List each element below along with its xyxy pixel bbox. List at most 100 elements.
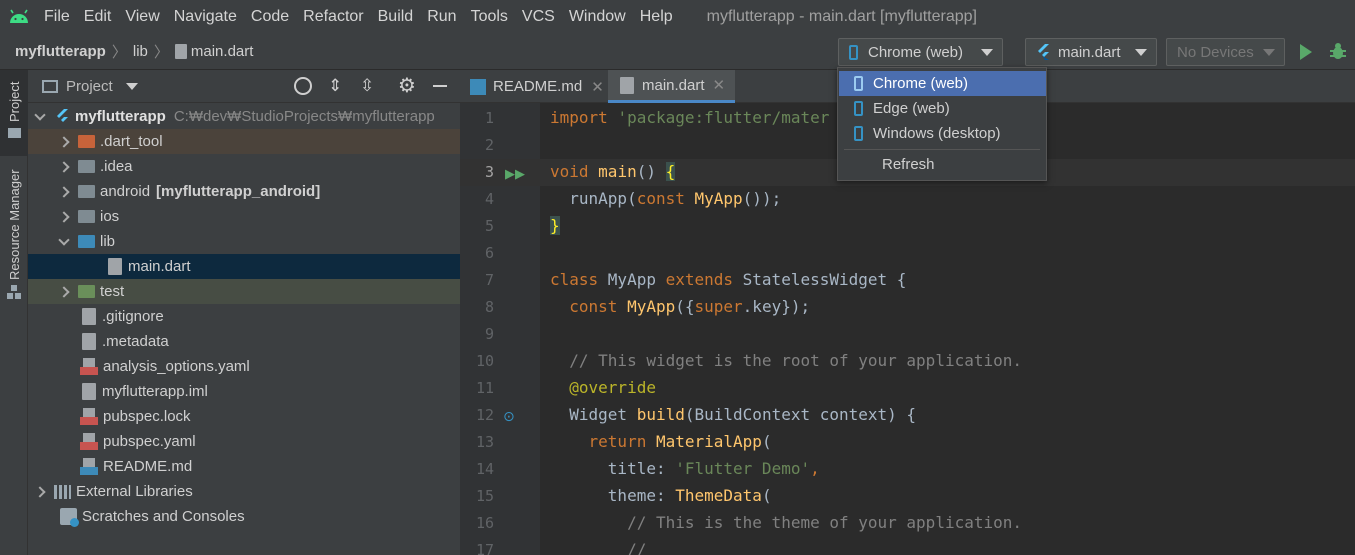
menu-refactor[interactable]: Refactor [303, 8, 363, 26]
menu-tools[interactable]: Tools [471, 8, 508, 26]
tree-item-root[interactable]: myflutterapp C:₩dev₩StudioProjects₩myflu… [28, 104, 460, 129]
line-number: 15 [475, 487, 494, 505]
folder-icon [8, 128, 21, 138]
refresh-devices-option[interactable]: Refresh [839, 152, 1046, 177]
menu-edit[interactable]: Edit [84, 8, 112, 26]
tree-item-pubspec-yaml[interactable]: pubspec.yaml [28, 429, 460, 454]
folder-icon [78, 135, 95, 148]
tree-item-label: analysis_options.yaml [103, 358, 250, 375]
device-option-label: Edge (web) [873, 100, 950, 117]
tree-item-idea[interactable]: .idea [28, 154, 460, 179]
locate-file-icon[interactable] [294, 77, 312, 95]
override-gutter-icon[interactable]: ⊙ [503, 408, 515, 425]
tree-item-test[interactable]: test [28, 279, 460, 304]
breadcrumb: myflutterapp 〉 lib 〉 main.dart [15, 41, 253, 62]
tree-item-metadata[interactable]: .metadata [28, 329, 460, 354]
expand-all-icon[interactable]: ⇕ [328, 76, 342, 96]
menu-code[interactable]: Code [251, 8, 289, 26]
tree-item-gitignore[interactable]: .gitignore [28, 304, 460, 329]
chevron-right-icon[interactable] [34, 485, 46, 498]
line-number: 12 [475, 406, 494, 424]
chevron-right-icon[interactable] [58, 135, 70, 148]
chevron-right-icon[interactable] [58, 210, 70, 223]
gear-icon[interactable]: ⚙ [398, 73, 416, 98]
breadcrumb-project[interactable]: myflutterapp [15, 43, 106, 60]
code-line: 9 [460, 321, 1355, 348]
code-text: const MyApp({super.key}); [569, 297, 811, 316]
chevron-down-icon[interactable] [34, 108, 46, 121]
tree-item-scratches[interactable]: Scratches and Consoles [28, 504, 460, 529]
chevron-down-icon[interactable] [125, 82, 138, 90]
code-line: 12 ⊙ Widget build(BuildContext context) … [460, 402, 1355, 429]
dart-file-icon [620, 76, 634, 94]
tree-item-main-dart[interactable]: main.dart [28, 254, 460, 279]
breadcrumb-separator-icon: 〉 [111, 44, 127, 61]
code-line: 4 runApp(const MyApp()); [460, 186, 1355, 213]
menu-navigate[interactable]: Navigate [174, 8, 237, 26]
tree-item-dart-tool[interactable]: .dart_tool [28, 129, 460, 154]
chevron-right-icon[interactable] [58, 185, 70, 198]
chevron-down-icon[interactable] [58, 233, 70, 246]
tree-item-readme[interactable]: README.md [28, 454, 460, 479]
debug-icon[interactable] [1328, 42, 1348, 62]
line-number: 7 [484, 271, 494, 289]
breadcrumb-folder[interactable]: lib [133, 43, 148, 60]
android-studio-logo-icon [10, 9, 28, 23]
run-config-selector[interactable]: main.dart [1025, 38, 1157, 66]
minimize-icon[interactable] [433, 85, 447, 87]
code-text: // [550, 540, 647, 555]
chevron-right-icon[interactable] [58, 285, 70, 298]
chevron-right-icon[interactable] [58, 160, 70, 173]
tree-item-module: [myflutterapp_android] [156, 183, 321, 200]
code-text: import 'package:flutter/mater [550, 108, 830, 127]
code-text: void main() { [550, 162, 676, 181]
code-line: 13 return MaterialApp( [460, 429, 1355, 456]
menu-file[interactable]: File [44, 8, 70, 26]
collapse-all-icon[interactable]: ⇳ [360, 76, 374, 96]
menu-run[interactable]: Run [427, 8, 456, 26]
tree-item-lib[interactable]: lib [28, 229, 460, 254]
devices-selector[interactable]: No Devices [1166, 38, 1285, 66]
menu-help[interactable]: Help [640, 8, 673, 26]
tree-item-pubspec-lock[interactable]: pubspec.lock [28, 404, 460, 429]
menu-view[interactable]: View [125, 8, 159, 26]
code-text: Widget build(BuildContext context) { [550, 405, 917, 424]
tree-item-analysis-options[interactable]: analysis_options.yaml [28, 354, 460, 379]
line-number: 6 [484, 244, 494, 262]
run-icon[interactable] [1300, 44, 1312, 60]
tree-item-label: lib [100, 233, 116, 250]
device-selector[interactable]: Chrome (web) [838, 38, 1003, 66]
line-number: 10 [475, 352, 494, 370]
line-number: 5 [484, 217, 494, 235]
line-number: 11 [475, 379, 494, 397]
menu-vcs[interactable]: VCS [522, 8, 555, 26]
close-icon[interactable]: ✕ [591, 78, 604, 96]
tab-readme[interactable]: README.md ✕ [470, 70, 606, 103]
line-number: 13 [475, 433, 494, 451]
tree-item-iml[interactable]: myflutterapp.iml [28, 379, 460, 404]
device-option-edge[interactable]: Edge (web) [839, 96, 1046, 121]
breadcrumb-file[interactable]: main.dart [191, 43, 254, 60]
device-option-windows[interactable]: Windows (desktop) [839, 121, 1046, 146]
dart-file-icon [174, 44, 187, 59]
menu-window[interactable]: Window [569, 8, 626, 26]
scratches-icon [60, 508, 79, 527]
run-gutter-icon[interactable]: ▶▶ [505, 166, 525, 182]
code-text: // This is the theme of your application… [550, 513, 1023, 532]
tree-item-label: test [100, 283, 125, 300]
code-line: 8 const MyApp({super.key}); [460, 294, 1355, 321]
tree-item-ios[interactable]: ios [28, 204, 460, 229]
tree-item-android[interactable]: android [myflutterapp_android] [28, 179, 460, 204]
resource-manager-tab[interactable]: Resource Manager [0, 165, 28, 305]
menu-build[interactable]: Build [378, 8, 414, 26]
refresh-label: Refresh [882, 156, 935, 173]
tab-main-dart[interactable]: main.dart ✕ [608, 70, 735, 103]
close-icon[interactable]: ✕ [713, 76, 726, 94]
chevron-down-icon [1135, 49, 1147, 56]
project-panel-title[interactable]: Project [66, 78, 113, 95]
menu-bar: File Edit View Navigate Code Refactor Bu… [0, 0, 1355, 34]
project-tool-tab[interactable]: Project [0, 70, 28, 156]
device-option-chrome[interactable]: Chrome (web) [839, 71, 1046, 96]
iml-file-icon [82, 383, 96, 400]
tree-item-external-libraries[interactable]: External Libraries [28, 479, 460, 504]
